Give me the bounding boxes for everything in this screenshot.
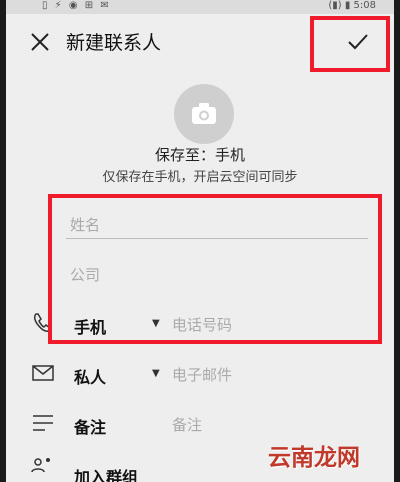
- contact-editor-screen: ▯ ⚡ ◉ ⊞ ✉ (▮) ▮ 5:08 新建联系人 保存至：手机 仅保存在手机…: [6, 0, 394, 482]
- phone-type-dropdown-icon[interactable]: ▼: [152, 318, 160, 329]
- add-to-group-button[interactable]: 加入群组: [74, 464, 138, 482]
- email-field[interactable]: 电子邮件: [172, 364, 232, 385]
- mail-icon: [32, 364, 54, 386]
- notes-field[interactable]: 备注: [172, 414, 202, 435]
- notes-icon: [32, 414, 54, 436]
- phone-icon: [32, 312, 52, 338]
- close-icon[interactable]: [28, 30, 52, 54]
- phone-type-label[interactable]: 手机: [74, 314, 106, 338]
- checkmark-icon[interactable]: [344, 28, 372, 56]
- save-location: 保存至：手机: [154, 146, 245, 164]
- phone-number-field[interactable]: 电话号码: [172, 314, 232, 335]
- watermark-text: 云南龙网: [268, 445, 360, 471]
- email-type-dropdown-icon[interactable]: ▼: [152, 368, 160, 379]
- group-icon: [30, 456, 54, 482]
- status-icons: ▯ ⚡ ◉ ⊞ ✉: [42, 0, 111, 11]
- name-field-underline: [66, 238, 368, 239]
- email-type-label[interactable]: 私人: [74, 364, 106, 388]
- notes-label: 备注: [74, 418, 107, 437]
- page-title: 新建联系人: [66, 32, 162, 54]
- company-field[interactable]: 公司: [70, 264, 100, 285]
- name-field[interactable]: 姓名: [70, 214, 100, 235]
- status-time: (▮) ▮ 5:08: [328, 0, 376, 11]
- camera-icon[interactable]: [174, 84, 234, 144]
- save-note: 仅保存在手机，开启云空间可同步: [102, 170, 298, 185]
- status-bar: ▯ ⚡ ◉ ⊞ ✉ (▮) ▮ 5:08: [6, 0, 394, 14]
